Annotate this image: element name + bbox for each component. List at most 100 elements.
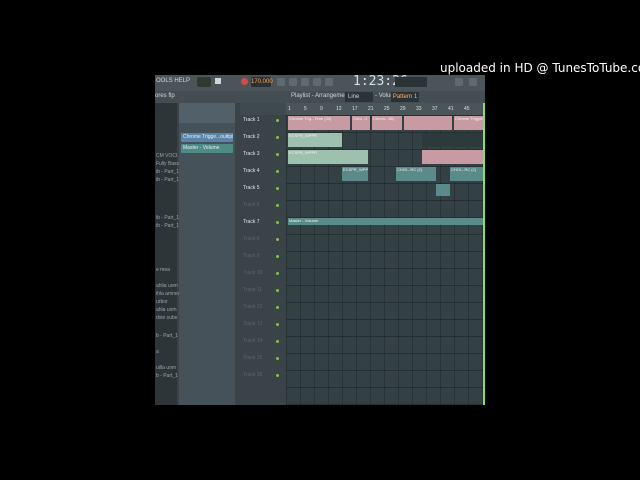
browser-item[interactable]: e mea [156, 267, 170, 273]
track-mute-led[interactable] [276, 204, 279, 207]
watermark-text: uploaded in HD @ TunesToTube.com [440, 61, 640, 75]
clip[interactable] [422, 133, 485, 147]
track-label[interactable]: Track 3 [243, 150, 259, 158]
track-header-bar [240, 103, 286, 115]
menu-label[interactable]: OOLS HELP [156, 78, 190, 84]
track-headers: Track 1 Track 2 Track 3 Track 4 Track 5 … [240, 103, 286, 405]
track-mute-led[interactable] [276, 221, 279, 224]
track-label[interactable]: Track 1 [243, 116, 259, 124]
clip[interactable]: Chrome Trig...Time (34) [288, 116, 350, 130]
browser-item[interactable]: ahla uom [156, 307, 177, 313]
clip[interactable] [422, 150, 485, 164]
track-mute-led[interactable] [276, 374, 279, 377]
track-mute-led[interactable] [276, 340, 279, 343]
ruler-tick: 45 [464, 106, 470, 112]
tempo-display[interactable]: 170.000 [251, 77, 273, 87]
ruler-tick: 33 [416, 106, 422, 112]
stop-button[interactable] [215, 78, 221, 84]
browser-item[interactable]: ahlia uom [156, 283, 178, 289]
channel-item[interactable]: Chrome Trigge...ouitipla [181, 133, 233, 142]
track-label[interactable]: Track 16 [243, 371, 262, 379]
clip[interactable] [404, 116, 452, 130]
clip[interactable]: Chrom...36) [372, 116, 402, 130]
browser-item[interactable]: uilla uom [156, 365, 176, 371]
channel-list-header [179, 103, 235, 123]
browser-item[interactable]: ib - Part_1 [156, 223, 179, 229]
track-label[interactable]: Track 6 [243, 201, 259, 209]
track-mute-led[interactable] [276, 238, 279, 241]
cpu-icon [455, 78, 463, 86]
track-label[interactable]: Track 7 [243, 218, 259, 226]
track-label[interactable]: Track 14 [243, 337, 262, 345]
secondary-toolbar: ores flp Playlist - Arrangement - Master… [155, 91, 485, 103]
snap-select[interactable]: Line [345, 92, 373, 102]
browser-item[interactable]: urbor [156, 299, 168, 305]
ruler-tick: 21 [368, 106, 374, 112]
track-label[interactable]: Track 2 [243, 133, 259, 141]
browser-item[interactable]: ib - Part_1 [156, 169, 179, 175]
browser-panel: CM VOCI Fully Bass ib - Part_1 ib - Part… [155, 103, 183, 405]
track-label[interactable]: Track 13 [243, 320, 262, 328]
ruler-tick: 29 [400, 106, 406, 112]
countdown-icon[interactable] [301, 78, 309, 86]
clip[interactable]: Chro...1 [352, 116, 370, 130]
browser-item[interactable]: Fully Bass [156, 161, 179, 167]
main-toolbar: OOLS HELP 170.000 1:23:26 [155, 75, 485, 91]
track-label[interactable]: Track 9 [243, 252, 259, 260]
track-mute-led[interactable] [276, 136, 279, 139]
track-mute-led[interactable] [276, 306, 279, 309]
browser-item[interactable]: dvie sube [156, 315, 177, 321]
clip[interactable]: Chrome Trigger [454, 116, 485, 130]
track-mute-led[interactable] [276, 187, 279, 190]
oscilloscope [395, 77, 427, 87]
track-label[interactable]: Track 10 [243, 269, 262, 277]
ruler-tick: 41 [448, 106, 454, 112]
track-mute-led[interactable] [276, 323, 279, 326]
playlist-grid[interactable]: Chrome Trig...Time (34) Chro...1 Chrom..… [286, 115, 485, 405]
loop-record-icon[interactable] [313, 78, 321, 86]
ruler-tick: 37 [432, 106, 438, 112]
options-label: ores flp [155, 93, 175, 99]
browser-item[interactable]: a [156, 349, 159, 355]
pattern-select[interactable]: Pattern 1 [391, 92, 419, 102]
browser-item[interactable]: b - Part_1 [156, 373, 178, 379]
clip[interactable]: ECSPR_WPPR [288, 133, 342, 147]
clip[interactable]: ECSPR_WPPR [288, 150, 368, 164]
track-mute-led[interactable] [276, 255, 279, 258]
clip[interactable]: Master - Volume [288, 218, 485, 225]
timeline-ruler[interactable]: 1 5 9 13 17 21 25 29 33 37 41 45 [286, 103, 485, 115]
clip[interactable]: CHOI...RC (2) [450, 167, 485, 181]
playhead-marker[interactable] [483, 103, 485, 405]
track-label[interactable]: Track 5 [243, 184, 259, 192]
browser-item[interactable]: CM VOCI [156, 153, 177, 159]
track-label[interactable]: Track 12 [243, 303, 262, 311]
play-button[interactable] [197, 77, 211, 87]
clip[interactable]: CHOI...RC (2) [396, 167, 436, 181]
track-mute-led[interactable] [276, 153, 279, 156]
ruler-tick: 5 [304, 106, 307, 112]
daw-window: OOLS HELP 170.000 1:23:26 ores flp Playl… [155, 75, 485, 405]
track-mute-led[interactable] [276, 170, 279, 173]
track-mute-led[interactable] [276, 357, 279, 360]
ruler-tick: 13 [336, 106, 342, 112]
track-label[interactable]: Track 8 [243, 235, 259, 243]
track-mute-led[interactable] [276, 119, 279, 122]
track-mute-led[interactable] [276, 272, 279, 275]
blend-icon[interactable] [325, 78, 333, 86]
track-mute-led[interactable] [276, 289, 279, 292]
browser-item[interactable]: ib - Part_1 [156, 215, 179, 221]
track-label[interactable]: Track 15 [243, 354, 262, 362]
browser-item[interactable]: b - Part_1 [156, 333, 178, 339]
clip[interactable] [436, 184, 450, 196]
ruler-tick: 17 [352, 106, 358, 112]
track-label[interactable]: Track 11 [243, 286, 262, 294]
refresh-icon[interactable] [469, 78, 477, 86]
browser-item[interactable]: ib - Part_1 [156, 177, 179, 183]
channel-item[interactable]: Master - Volume [181, 144, 233, 153]
wait-icon[interactable] [289, 78, 297, 86]
clip[interactable]: ECSPR_WPPR [342, 167, 368, 181]
channel-list: Chrome Trigge...ouitipla Master - Volume [179, 103, 235, 405]
track-label[interactable]: Track 4 [243, 167, 259, 175]
record-button[interactable] [241, 78, 248, 85]
metronome-icon[interactable] [277, 78, 285, 86]
